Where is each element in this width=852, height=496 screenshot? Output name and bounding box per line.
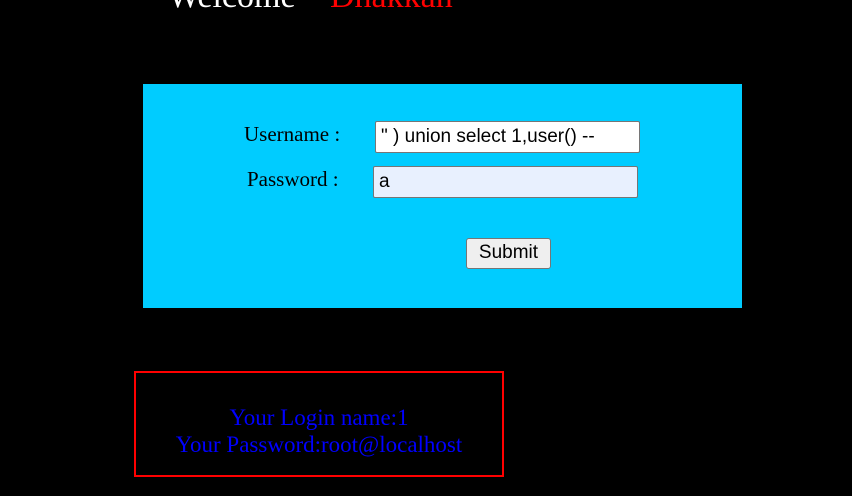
welcome-heading: Welcome Dhakkan	[168, 0, 453, 16]
submit-button[interactable]: Submit	[466, 238, 551, 269]
password-result: Your Password:root@localhost	[175, 432, 463, 457]
login-form: Username : " ) union select 1,user() -- …	[143, 84, 742, 308]
welcome-name: Dhakkan	[330, 0, 453, 16]
password-input[interactable]: a	[373, 166, 638, 198]
welcome-text: Welcome	[168, 0, 296, 15]
username-input[interactable]: " ) union select 1,user() --	[375, 121, 640, 153]
result-box: Your Login name:1 Your Password:root@loc…	[134, 371, 504, 477]
username-label: Username :	[244, 122, 341, 146]
login-name-result: Your Login name:1	[229, 405, 409, 430]
password-label: Password :	[247, 167, 339, 191]
